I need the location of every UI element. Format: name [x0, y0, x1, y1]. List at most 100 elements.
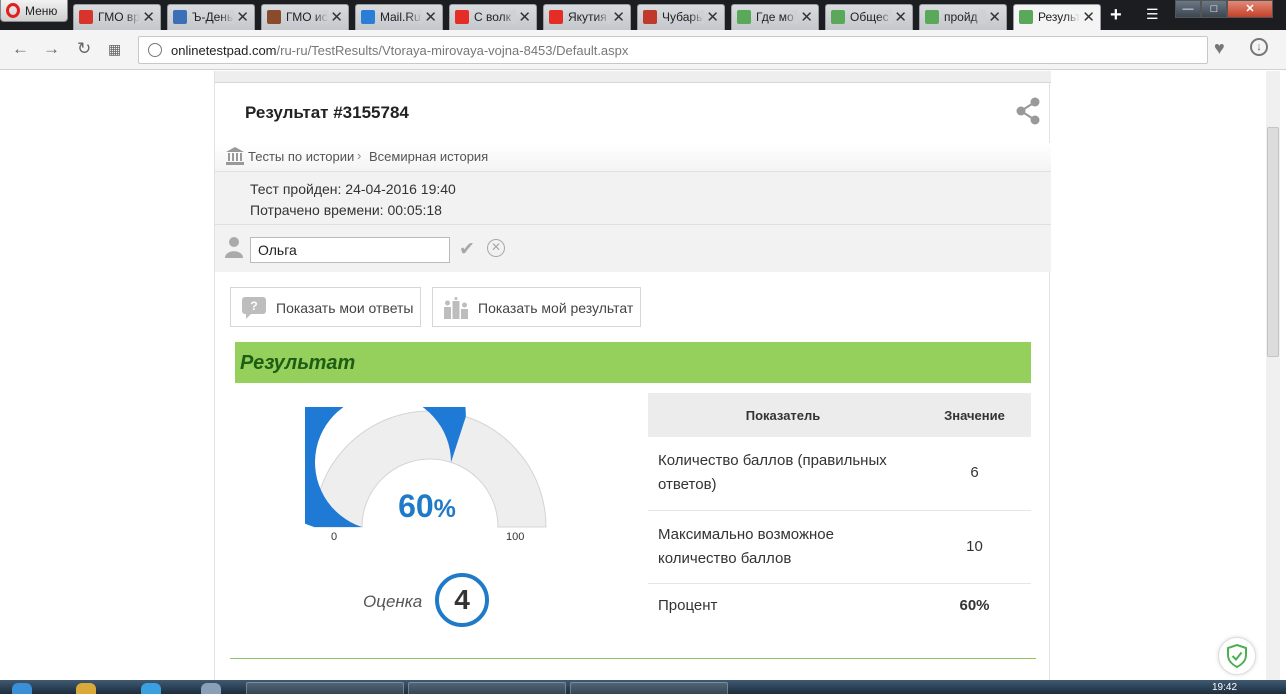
cancel-circle-icon[interactable]: ✕ — [487, 239, 505, 257]
show-answers-label: Показать мои ответы — [276, 300, 414, 316]
scrollbar-thumb[interactable] — [1267, 127, 1279, 357]
breadcrumb-item-world-history[interactable]: Всемирная история — [369, 149, 488, 164]
tab-label: Якутия — [568, 10, 610, 24]
browser-tab[interactable]: С волк ✕ — [449, 4, 537, 30]
new-tab-icon[interactable]: + — [1110, 4, 1122, 27]
app-icon[interactable] — [201, 683, 221, 694]
tab-close-icon[interactable]: ✕ — [1082, 8, 1095, 26]
stats-table: Показатель Значение Количество баллов (п… — [648, 393, 1031, 629]
share-icon[interactable] — [1015, 97, 1041, 125]
tab-close-icon[interactable]: ✕ — [518, 8, 531, 26]
tab-label: Ъ-Деньги — [192, 10, 234, 24]
download-icon[interactable]: ↓ — [1250, 38, 1268, 56]
browser-tab[interactable]: Чубарь ✕ — [637, 4, 725, 30]
url-path: /ru-ru/TestResults/Vtoraya-mirovaya-vojn… — [276, 43, 629, 58]
tab-favicon-icon — [549, 10, 563, 24]
confirm-check-icon[interactable]: ✔ — [459, 238, 475, 261]
page-title: Результат #3155784 — [245, 103, 409, 122]
back-arrow-icon[interactable]: ← — [12, 39, 29, 59]
vertical-scrollbar[interactable] — [1266, 71, 1280, 680]
folder-icon[interactable] — [76, 683, 96, 694]
tab-close-icon[interactable]: ✕ — [706, 8, 719, 26]
tab-favicon-icon — [267, 10, 281, 24]
tab-close-icon[interactable]: ✕ — [142, 8, 155, 26]
tab-close-icon[interactable]: ✕ — [612, 8, 625, 26]
table-row: Количество баллов (правильных ответов) 6 — [648, 437, 1031, 511]
forward-arrow-icon[interactable]: → — [43, 39, 60, 59]
tab-label: Где мо — [756, 10, 798, 24]
opera-menu-button[interactable]: Меню — [0, 0, 68, 22]
grade-value: 4 — [435, 573, 489, 627]
browser-tab[interactable]: ГМО вре✕ — [73, 4, 161, 30]
section-divider — [230, 658, 1036, 659]
tab-close-icon[interactable]: ✕ — [236, 8, 249, 26]
tab-close-icon[interactable]: ✕ — [800, 8, 813, 26]
chevron-right-icon: › — [357, 148, 362, 163]
bookmark-heart-icon[interactable]: ♥ — [1214, 38, 1225, 59]
column-header-indicator: Показатель — [648, 393, 918, 437]
browser-tab[interactable]: Результ ✕ — [1013, 4, 1101, 30]
breadcrumb-item-history-tests[interactable]: Тесты по истории — [248, 149, 354, 164]
url-host: onlinetestpad.com — [171, 43, 277, 58]
tab-label: ГМО вре — [98, 10, 140, 24]
column-header-value: Значение — [918, 393, 1031, 437]
tab-label: Чубарь — [662, 10, 704, 24]
menu-label: Меню — [25, 4, 58, 18]
table-row: Процент 60% — [648, 583, 1031, 629]
tab-label: ГМО ис — [286, 10, 328, 24]
gauge-value: 60% — [395, 488, 459, 525]
show-answers-button[interactable]: ? Показать мои ответы — [230, 287, 421, 327]
tab-label: С волк — [474, 10, 516, 24]
reload-icon[interactable]: ↻ — [77, 39, 91, 59]
tab-favicon-icon — [925, 10, 939, 24]
security-shield-button[interactable] — [1218, 637, 1256, 675]
stat-value: 60% — [959, 597, 990, 615]
user-icon — [225, 237, 243, 258]
minimize-button[interactable]: — — [1175, 0, 1201, 18]
tab-close-icon[interactable]: ✕ — [330, 8, 343, 26]
close-window-button[interactable]: ✕ — [1227, 0, 1273, 18]
table-row: Максимально возможное количество баллов … — [648, 510, 1031, 584]
maximize-button[interactable]: □ — [1201, 0, 1227, 18]
start-button-icon[interactable] — [12, 683, 32, 694]
tab-label: Результ — [1038, 10, 1080, 24]
show-result-button[interactable]: Показать мой результат — [432, 287, 641, 327]
podium-icon — [444, 297, 468, 319]
grade-label: Оценка — [363, 592, 423, 611]
tab-favicon-icon — [173, 10, 187, 24]
result-section-title: Результат — [240, 352, 356, 374]
tab-menu-icon[interactable]: ☰ — [1146, 6, 1159, 23]
url-field[interactable]: onlinetestpad.com/ru-ru/TestResults/Vtor… — [138, 36, 1208, 64]
browser-tab[interactable]: Якутия ✕ — [543, 4, 631, 30]
name-input[interactable] — [250, 237, 450, 263]
browser-tab[interactable]: Где мо ✕ — [731, 4, 819, 30]
browser-tab[interactable]: пройд ✕ — [919, 4, 1007, 30]
tab-favicon-icon — [831, 10, 845, 24]
show-result-label: Показать мой результат — [478, 300, 634, 316]
tab-favicon-icon — [737, 10, 751, 24]
browser-tab[interactable]: ГМО ис ✕ — [261, 4, 349, 30]
tab-close-icon[interactable]: ✕ — [894, 8, 907, 26]
tab-close-icon[interactable]: ✕ — [988, 8, 1001, 26]
tab-close-icon[interactable]: ✕ — [424, 8, 437, 26]
stat-label: Количество баллов (правильных ответов) — [648, 437, 918, 511]
gauge-percent-sign: % — [433, 495, 456, 523]
browser-tab[interactable]: Общес ✕ — [825, 4, 913, 30]
taskbar-item-messenger[interactable] — [246, 682, 404, 694]
tab-favicon-icon — [643, 10, 657, 24]
tab-favicon-icon — [455, 10, 469, 24]
browser-tab[interactable]: Mail.Ru ✕ — [355, 4, 443, 30]
browser-tab[interactable]: Ъ-Деньги✕ — [167, 4, 255, 30]
test-info: Тест пройден: 24-04-2016 19:40 Потрачено… — [215, 171, 1051, 225]
tab-label: пройд — [944, 10, 986, 24]
question-bubble-icon: ? — [242, 297, 266, 319]
internet-explorer-icon[interactable] — [141, 683, 161, 694]
taskbar-item-opera[interactable] — [408, 682, 566, 694]
taskbar-item-skype[interactable] — [570, 682, 728, 694]
stat-label: Процент — [658, 597, 718, 615]
stat-value: 10 — [918, 510, 1031, 584]
time-spent-text: Потрачено времени: 00:05:18 — [250, 202, 442, 218]
shield-check-icon — [1227, 643, 1247, 669]
speed-dial-grid-icon[interactable]: ▦ — [108, 41, 121, 58]
page-viewport: Результат #3155784 Тесты по истории › Вс… — [0, 71, 1286, 680]
